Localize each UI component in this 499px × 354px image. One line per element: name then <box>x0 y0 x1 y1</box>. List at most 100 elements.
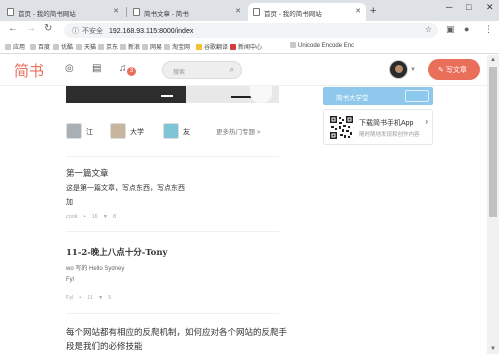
browser-tab-2[interactable]: 简书文章 - 简书 ✕ <box>128 3 246 21</box>
university-banner[interactable]: 简书大学堂 <box>323 87 433 105</box>
bookmark-item[interactable]: 优酷 <box>53 42 73 51</box>
scroll-thumb[interactable] <box>489 67 497 217</box>
security-label: 不安全 <box>82 28 103 35</box>
author-name[interactable]: cook <box>66 214 78 220</box>
app-title: 下载简书手机App <box>359 120 414 127</box>
menu-icon[interactable]: ⋮ <box>484 24 493 35</box>
tab-title: 首页 - 我的简书网站 <box>18 11 76 18</box>
page-icon <box>253 8 260 16</box>
bookmark-icon <box>76 44 82 50</box>
search-input[interactable]: 搜索 ⌕ <box>162 61 242 79</box>
bookmark-icon <box>230 44 236 50</box>
carousel-banner[interactable] <box>66 86 279 103</box>
tab-separator <box>126 7 127 17</box>
site-header: 简书 ◎ ▤ ♫ 3 搜索 ⌕ ▼ ✎ 写文章 <box>0 55 487 86</box>
browser-tab-1[interactable]: 首页 - 我的简书网站 ✕ <box>2 3 124 21</box>
bookmark-item[interactable]: 天猫 <box>76 42 96 51</box>
bookmark-apps[interactable]: 应用 <box>5 42 25 51</box>
article-title-continued[interactable]: 段是我们的必修技能 <box>66 340 143 352</box>
close-icon[interactable]: ✕ <box>235 7 241 15</box>
bookmarks-bar: 应用 百度 优酷 天猫 京东 新浪 网易 淘宝网 谷歌翻译 新闻中心 Unico… <box>0 40 499 54</box>
close-icon[interactable]: ✕ <box>355 7 361 15</box>
info-icon[interactable]: ⓘ <box>72 28 79 35</box>
extension-icon[interactable]: ▣ <box>446 24 455 35</box>
browser-toolbar: ← → ↻ ⓘ 不安全 192.168.93.115:8000/index ☆ ▣ … <box>0 21 499 40</box>
bookmark-icon <box>53 44 59 50</box>
more-topics-link[interactable]: 更多热门专题 > <box>216 126 261 136</box>
article-title[interactable]: 第一篇文章 <box>66 167 109 179</box>
bookmark-icon <box>30 44 36 50</box>
topic-name: 友 <box>183 129 190 136</box>
page-scrollbar[interactable]: ▲ ▼ <box>487 55 499 354</box>
article-title[interactable]: 11-2-晚上八点十分-Tony <box>66 246 167 258</box>
profile-icon[interactable]: ● <box>464 24 469 34</box>
folder-icon <box>196 44 202 50</box>
scroll-up-icon[interactable]: ▲ <box>490 57 496 63</box>
article-meta: cook ▪ 16 ♥ 8 <box>66 214 122 220</box>
scroll-down-icon[interactable]: ▼ <box>490 346 496 352</box>
address-bar[interactable]: ⓘ 不安全 192.168.93.115:8000/index ☆ <box>64 23 438 38</box>
comment-count: 16 <box>91 214 98 220</box>
bookmark-icon <box>120 44 126 50</box>
follow-icon[interactable]: ▤ <box>92 63 101 74</box>
chevron-down-icon[interactable]: ▼ <box>410 67 416 73</box>
search-placeholder: 搜索 <box>173 70 186 76</box>
search-icon[interactable]: ⌕ <box>230 65 234 75</box>
topic-name: 大学 <box>130 129 144 136</box>
close-icon[interactable]: ✕ <box>113 7 119 15</box>
article-abstract: wo 写的 Hello Sydney <box>66 266 125 272</box>
banner-label: 简书大学堂 <box>336 95 369 102</box>
tab-title: 首页 - 我的简书网站 <box>264 11 322 18</box>
bookmark-item[interactable]: 谷歌翻译 <box>196 42 228 51</box>
bookmark-item[interactable]: 新闻中心 <box>230 42 262 51</box>
download-app-card[interactable]: 下载简书手机App 随时随地发现和创作内容 › <box>323 109 433 145</box>
bookmark-item[interactable]: 京东 <box>98 42 118 51</box>
new-tab-button[interactable]: + <box>370 5 376 17</box>
back-icon[interactable]: ← <box>8 23 18 34</box>
forward-icon[interactable]: → <box>26 23 36 34</box>
notification-badge: 3 <box>127 67 136 76</box>
article-abstract: 这是第一篇文章，写点东西，写点东西 <box>66 185 185 192</box>
topic-avatar <box>66 123 82 139</box>
apps-icon <box>5 44 11 50</box>
site-logo[interactable]: 简书 <box>14 60 44 81</box>
divider <box>66 231 279 232</box>
article-abstract: Fyl <box>66 277 74 283</box>
browser-tab-3-active[interactable]: 首页 - 我的简书网站 ✕ <box>248 3 366 21</box>
comment-count: 11 <box>87 295 94 301</box>
bookmark-star-icon[interactable]: ☆ <box>425 25 432 34</box>
article-title[interactable]: 每个网站都有相应的反爬机制，如何应对各个网站的反爬手 <box>66 326 287 338</box>
reload-icon[interactable]: ↻ <box>44 23 52 34</box>
minimize-icon[interactable]: ─ <box>446 2 452 12</box>
bookmark-item[interactable]: 淘宝网 <box>164 42 190 51</box>
bookmark-item[interactable]: 网易 <box>142 42 162 51</box>
bookmark-icon <box>142 44 148 50</box>
topic-name: 江 <box>86 129 93 136</box>
maximize-icon[interactable]: □ <box>466 2 471 12</box>
bookmark-icon <box>98 44 104 50</box>
pen-icon: ✎ <box>438 67 444 74</box>
banner-decoration <box>161 95 173 97</box>
write-article-button[interactable]: ✎ 写文章 <box>428 59 480 80</box>
chevron-right-icon: › <box>425 117 428 126</box>
article-abstract: 加 <box>66 199 73 206</box>
bookmark-icon <box>164 44 170 50</box>
bookmark-item[interactable]: Unicode Encode Enc <box>290 42 354 49</box>
window-close-icon[interactable]: ✕ <box>486 2 494 13</box>
discover-icon[interactable]: ◎ <box>65 63 74 74</box>
bookmark-item[interactable]: 新浪 <box>120 42 140 51</box>
banner-decoration <box>405 90 429 102</box>
heart-icon: ♥ <box>103 214 107 220</box>
bookmark-item[interactable]: 百度 <box>30 42 50 51</box>
page-icon <box>133 8 140 16</box>
like-count: 8 <box>112 214 117 220</box>
notification-icon[interactable]: ♫ <box>119 63 127 74</box>
avatar[interactable] <box>389 60 408 79</box>
page-viewport: 简书 ◎ ▤ ♫ 3 搜索 ⌕ ▼ ✎ 写文章 江 大学 友 更多热门专题 > … <box>0 55 487 354</box>
like-count: 5 <box>108 295 112 301</box>
article-meta: Fyl ▪ 11 ♥ 5 <box>66 295 117 301</box>
page-icon <box>7 8 14 16</box>
tab-title: 简书文章 - 简书 <box>144 11 189 18</box>
author-name[interactable]: Fyl <box>66 295 73 301</box>
bookmark-icon <box>290 42 296 48</box>
